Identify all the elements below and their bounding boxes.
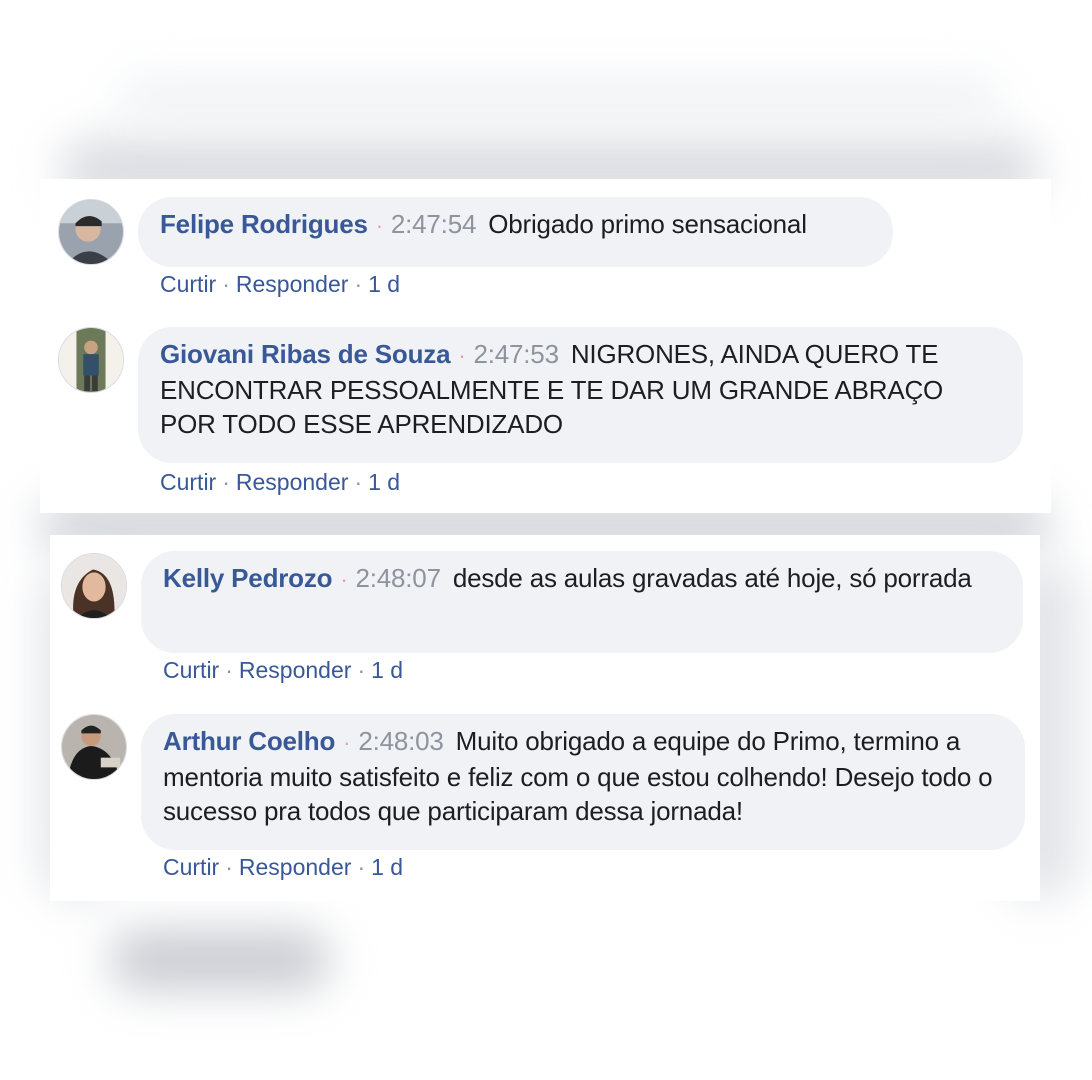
like-link[interactable]: Curtir xyxy=(160,271,216,297)
comment-text: Obrigado primo sensacional xyxy=(488,209,807,239)
profile-photo-icon xyxy=(62,715,126,779)
comment-actions: Curtir · Responder · 1 d xyxy=(160,469,401,495)
like-link[interactable]: Curtir xyxy=(163,657,219,683)
avatar-giovani[interactable] xyxy=(58,327,124,393)
like-link[interactable]: Curtir xyxy=(160,469,216,495)
comment-bubble: Kelly Pedrozo · 2:48:07 desde as aulas grav… xyxy=(141,551,1023,653)
separator-dot: · xyxy=(375,213,383,238)
profile-photo-icon xyxy=(59,328,123,392)
reply-link[interactable]: Responder xyxy=(239,854,352,880)
profile-photo-icon xyxy=(59,200,123,264)
comment-bubble: Felipe Rodrigues · 2:47:54 Obrigado primo s… xyxy=(138,197,893,267)
comment-timestamp[interactable]: 2:47:53 xyxy=(473,339,559,369)
separator-dot: · xyxy=(343,730,351,755)
comment-bubble: Arthur Coelho · 2:48:03 Muito obrigado a eq… xyxy=(141,714,1025,850)
avatar-arthur[interactable] xyxy=(61,714,127,780)
comment-actions: Curtir · Responder · 1 d xyxy=(163,657,404,683)
separator-dot: · xyxy=(340,567,348,592)
profile-photo-icon xyxy=(62,554,126,618)
comment-timestamp[interactable]: 2:48:03 xyxy=(358,726,444,756)
avatar-kelly[interactable] xyxy=(61,553,127,619)
comment-text: desde as aulas gravadas até hoje, só por… xyxy=(452,563,972,593)
reply-link[interactable]: Responder xyxy=(236,469,349,495)
comment-author[interactable]: Arthur Coelho xyxy=(163,726,335,756)
comment-bubble: Giovani Ribas de Souza · 2:47:53 NIGRONES, … xyxy=(138,327,1023,463)
comment-age[interactable]: 1 d xyxy=(368,469,400,495)
comment-timestamp[interactable]: 2:48:07 xyxy=(355,563,441,593)
separator-dot: · xyxy=(458,343,466,368)
comment-author[interactable]: Felipe Rodrigues xyxy=(160,209,368,239)
avatar-felipe[interactable] xyxy=(58,199,124,265)
comment-actions: Curtir · Responder · 1 d xyxy=(160,271,401,297)
reply-link[interactable]: Responder xyxy=(239,657,352,683)
comment-author[interactable]: Giovani Ribas de Souza xyxy=(160,339,451,369)
comment-age[interactable]: 1 d xyxy=(371,657,403,683)
reply-link[interactable]: Responder xyxy=(236,271,349,297)
comment-actions: Curtir · Responder · 1 d xyxy=(163,854,404,880)
comment-author[interactable]: Kelly Pedrozo xyxy=(163,563,333,593)
comment-age[interactable]: 1 d xyxy=(368,271,400,297)
comment-timestamp[interactable]: 2:47:54 xyxy=(391,209,477,239)
like-link[interactable]: Curtir xyxy=(163,854,219,880)
comment-age[interactable]: 1 d xyxy=(371,854,403,880)
